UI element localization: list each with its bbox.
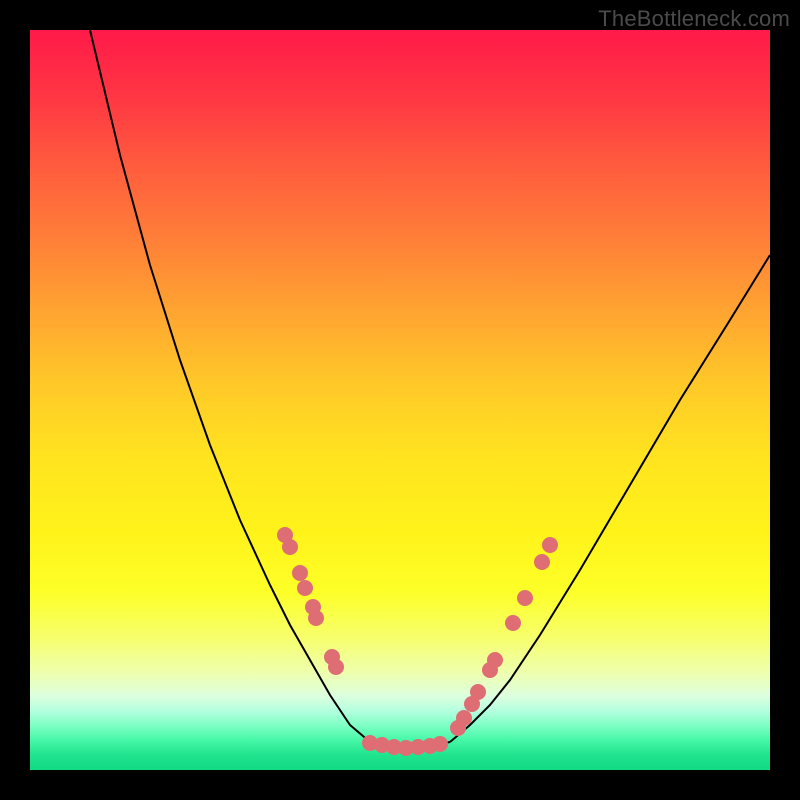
- chart-svg: [30, 30, 770, 770]
- marker-dot: [487, 652, 503, 668]
- marker-dot: [517, 590, 533, 606]
- marker-dot: [542, 537, 558, 553]
- marker-dot: [534, 554, 550, 570]
- marker-dot: [282, 539, 298, 555]
- marker-dot: [328, 659, 344, 675]
- marker-dot: [470, 684, 486, 700]
- right-curve-path: [450, 255, 770, 742]
- marker-dot: [505, 615, 521, 631]
- marker-dot: [297, 580, 313, 596]
- chart-frame: [30, 30, 770, 770]
- marker-dot: [308, 610, 324, 626]
- marker-dot: [456, 710, 472, 726]
- marker-dot: [292, 565, 308, 581]
- marker-dot: [432, 736, 448, 752]
- attribution-text: TheBottleneck.com: [598, 6, 790, 32]
- left-curve-path: [90, 30, 370, 742]
- marker-group: [277, 527, 558, 756]
